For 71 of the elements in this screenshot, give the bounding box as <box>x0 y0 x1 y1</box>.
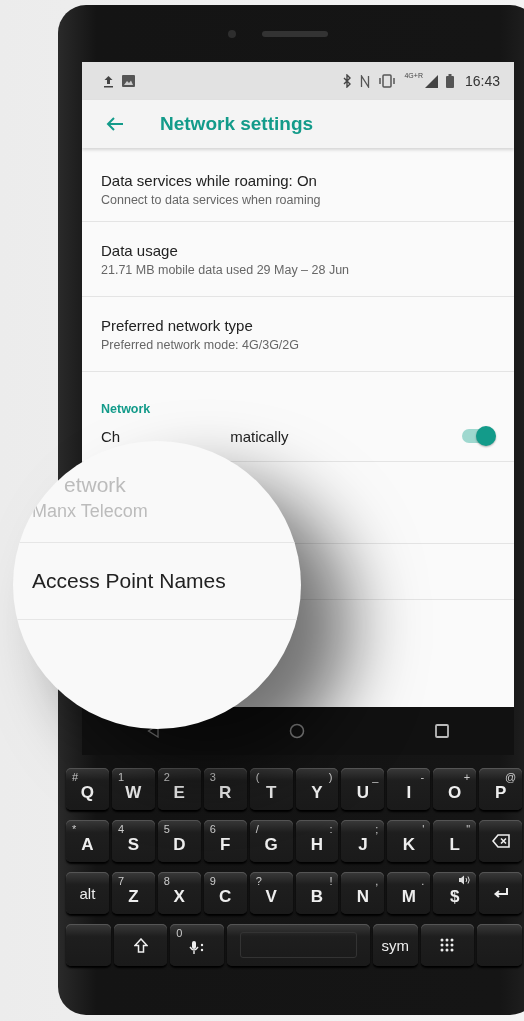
enter-key[interactable] <box>479 872 523 914</box>
keyboard-key[interactable]: 1 W <box>111 768 155 810</box>
keyboard-key[interactable]: " L <box>433 820 477 862</box>
keyboard-key[interactable]: 2 E <box>157 768 201 810</box>
keyboard-key[interactable]: sym <box>372 924 418 966</box>
item-title: Access Point Names <box>32 569 227 593</box>
section-header: Network <box>101 402 151 416</box>
image-icon <box>122 75 135 87</box>
keyboard-key[interactable]: + O <box>433 768 477 810</box>
keyboard-key[interactable]: ! B <box>295 872 339 914</box>
keyboard-key[interactable]: 6 F <box>203 820 247 862</box>
keyboard-key[interactable]: 7 Z <box>111 872 155 914</box>
keyboard-key[interactable]: ; J <box>341 820 385 862</box>
keyboard-key[interactable]: ' K <box>387 820 431 862</box>
vibrate-icon <box>378 74 397 88</box>
upload-icon <box>103 74 114 88</box>
keyboard-key[interactable]: : H <box>295 820 339 862</box>
shift-key[interactable] <box>113 924 168 966</box>
keyboard-key[interactable]: alt <box>66 872 109 914</box>
signal-icon <box>424 74 438 88</box>
keyboard-key[interactable]: * A <box>66 820 109 862</box>
keyboard-key[interactable]: 8 X <box>157 872 201 914</box>
keyboard-key[interactable]: # Q <box>66 768 109 810</box>
keyboard-key[interactable]: - I <box>387 768 431 810</box>
keyboard-key[interactable]: . M <box>387 872 431 914</box>
item-summary: Connect to data services when roaming <box>101 193 322 207</box>
keyboard-key[interactable]: 4 S <box>111 820 155 862</box>
backspace-key[interactable] <box>479 820 523 862</box>
keyboard-key[interactable] <box>477 924 522 966</box>
backspace-icon <box>491 834 510 848</box>
microphone-key[interactable]: 0 <box>170 924 224 966</box>
keyboard-key[interactable]: 5 D <box>157 820 201 862</box>
settings-item[interactable]: Data usage 21.71 MB mobile data used 29 May – 28 Jun <box>82 222 514 297</box>
keyboard-key[interactable]: , N <box>341 872 385 914</box>
recent-apps-icon[interactable] <box>435 724 449 738</box>
keyboard-key[interactable]: _ U <box>341 768 385 810</box>
speaker-grille <box>262 30 328 37</box>
settings-item[interactable]: Data services while roaming: On Connect to data services when roaming <box>82 158 514 222</box>
bluetooth-icon <box>343 74 353 88</box>
shift-arrow-icon <box>133 937 148 953</box>
home-icon[interactable] <box>289 723 305 739</box>
item-title: etwork <box>64 473 127 497</box>
item-title: Ch <box>101 427 121 445</box>
camera-icon <box>228 29 236 38</box>
speaker-icon <box>458 875 471 885</box>
item-title: Data services while roaming: On <box>101 172 318 189</box>
back-arrow-icon[interactable] <box>106 116 124 132</box>
microphone-icon <box>189 940 206 956</box>
item-title: Preferred network type <box>101 316 254 334</box>
keyboard-key[interactable]: 9 C <box>203 872 247 914</box>
keyboard-key[interactable]: ? V <box>249 872 293 914</box>
keyboard-key[interactable]: ( T <box>249 768 293 810</box>
enter-icon <box>492 887 509 899</box>
space-key[interactable] <box>226 924 370 966</box>
keyboard-key[interactable]: ) Y <box>295 768 339 810</box>
keyboard-key[interactable]: @ P <box>479 768 523 810</box>
keyboard-key[interactable]: $ <box>433 872 477 914</box>
toggle-switch[interactable] <box>462 429 494 443</box>
item-title: matically <box>230 427 289 445</box>
item-summary: 21.71 MB mobile data used 29 May – 28 Jun <box>101 262 351 277</box>
keyboard-key[interactable]: 3 R <box>203 768 247 810</box>
dot-grid-icon <box>440 938 455 952</box>
screen-title: Network settings <box>160 113 314 135</box>
nfc-icon <box>360 74 371 88</box>
item-summary: Preferred network mode: 4G/3G/2G <box>101 337 300 352</box>
keyboard-key[interactable] <box>420 924 475 966</box>
item-title: Data usage <box>101 241 179 259</box>
status-time: 16:43 <box>464 73 500 89</box>
settings-item[interactable]: Preferred network type Preferred network mode: 4G/3G/2G <box>82 297 514 372</box>
keyboard-key[interactable]: / G <box>249 820 293 862</box>
battery-icon <box>445 74 454 88</box>
